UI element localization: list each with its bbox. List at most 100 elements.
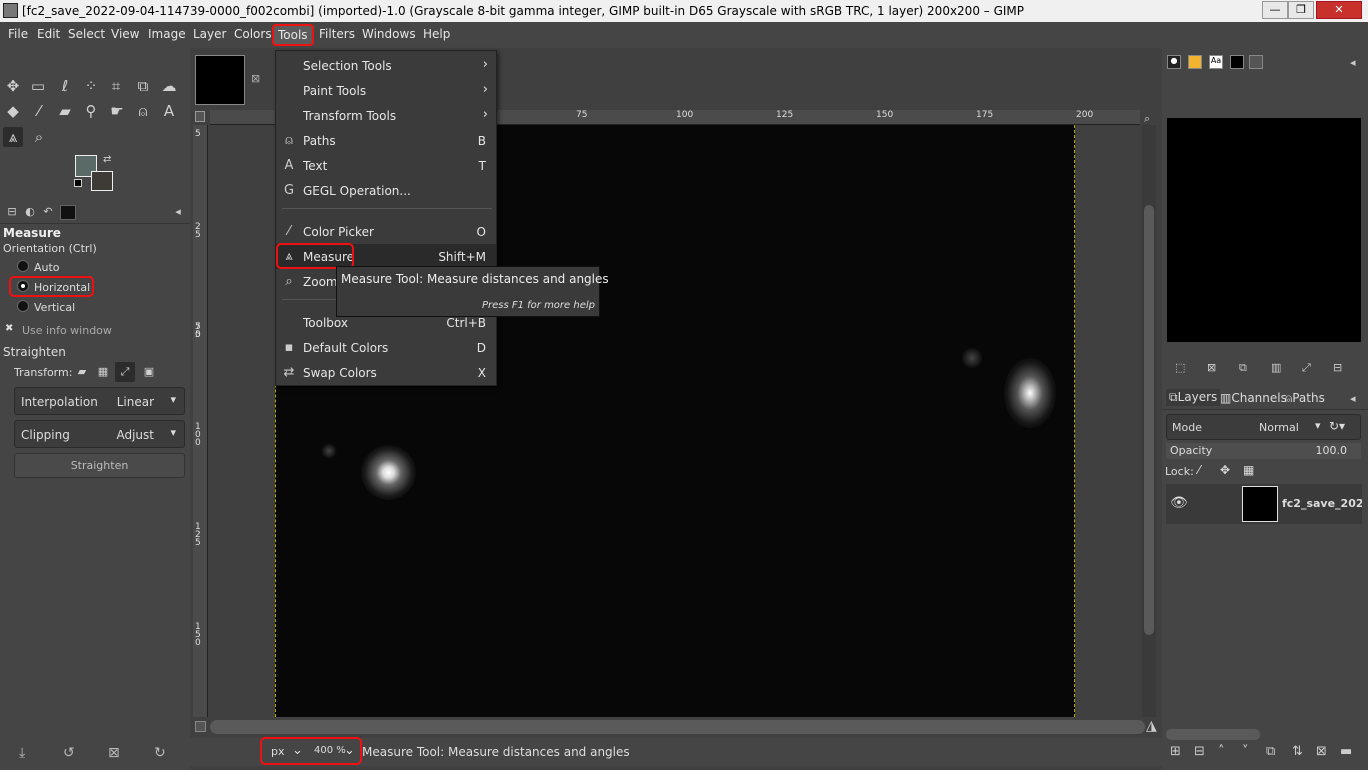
device-status-tab-icon[interactable]: ◐ (22, 205, 38, 220)
menu-colors[interactable]: Colors (234, 27, 272, 41)
patterns-icon[interactable] (1188, 55, 1202, 69)
lasso-tool-icon[interactable]: ℓ (55, 76, 75, 96)
zoom-tool-icon[interactable]: ⌕ (29, 127, 49, 147)
close-icon[interactable]: ⊠ (251, 72, 260, 85)
undo-history-tab-icon[interactable]: ↶ (40, 205, 56, 220)
transform-selection-icon[interactable]: ▦ (93, 362, 113, 382)
configure-tab-icon[interactable]: ◂ (170, 205, 186, 220)
zoom-in-icon[interactable]: ⊠ (1207, 361, 1216, 374)
crop-tool-icon[interactable]: ⌗ (106, 76, 126, 96)
fit-window-icon[interactable]: ⤢ (1302, 361, 1311, 375)
menu-windows[interactable]: Windows (362, 27, 416, 41)
orientation-auto-radio[interactable] (17, 260, 29, 272)
quick-mask-toggle[interactable] (195, 111, 205, 122)
menu-filters[interactable]: Filters (319, 27, 355, 41)
anchor-layer-icon[interactable]: ⇅ (1292, 744, 1303, 759)
vertical-ruler[interactable]: 5 2 5 5 0 7 5 1 0 0 1 2 5 1 5 0 (193, 125, 208, 717)
save-tool-preset-icon[interactable]: ⤓ (19, 745, 25, 761)
lock-pixels-icon[interactable]: ⁄ (1198, 463, 1200, 477)
fuzzy-select-tool-icon[interactable]: ⁘ (81, 76, 101, 96)
tool-options-tab-icon[interactable]: ⊟ (4, 205, 20, 220)
default-colors-icon[interactable] (74, 179, 82, 187)
move-tool-icon[interactable]: ✥ (3, 76, 23, 96)
tab-layers[interactable]: ⧉Layers (1166, 389, 1221, 406)
images-tab-icon[interactable] (60, 205, 76, 220)
bucket-fill-icon[interactable]: ◆ (3, 101, 23, 121)
interpolation-combo[interactable]: Interpolation Linear ▾ (14, 387, 185, 415)
measure-tool-icon[interactable]: ⩓ (3, 127, 23, 147)
delete-tool-preset-icon[interactable]: ⊠ (108, 745, 120, 761)
menu-edit[interactable]: Edit (37, 27, 60, 41)
horizontal-scrollbar[interactable] (210, 720, 1145, 734)
eraser-icon[interactable]: ▰ (55, 101, 75, 121)
navigation-preview[interactable] (1167, 118, 1361, 342)
lock-position-icon[interactable]: ✥ (1220, 463, 1230, 477)
menu-item-transform-tools[interactable]: Transform Tools › (276, 103, 496, 128)
menu-view[interactable]: View (111, 27, 139, 41)
duplicate-layer-icon[interactable]: ⧉ (1266, 744, 1275, 759)
menu-item-selection-tools[interactable]: Selection Tools › (276, 53, 496, 78)
warp-tool-icon[interactable]: ☁ (159, 76, 179, 96)
image-tab-thumbnail[interactable] (195, 55, 245, 105)
clone-tool-icon[interactable]: ⚲ (81, 101, 101, 121)
menu-image[interactable]: Image (148, 27, 186, 41)
gradients-icon[interactable] (1230, 55, 1244, 69)
new-layer-group-icon[interactable]: ⊟ (1194, 744, 1205, 759)
palettes-icon[interactable] (1249, 55, 1263, 69)
visibility-eye-icon[interactable]: 👁 (1170, 495, 1188, 511)
menu-item-gegl-operation[interactable]: G GEGL Operation... (276, 178, 496, 203)
zoom-to-fit-icon[interactable]: ⌕ (1144, 112, 1150, 126)
unit-value[interactable]: px (271, 745, 285, 758)
chevron-down-icon[interactable]: ⌄ (344, 743, 355, 758)
menu-help[interactable]: Help (423, 27, 450, 41)
straighten-button[interactable]: Straighten (14, 453, 185, 478)
navigate-icon[interactable] (195, 721, 206, 732)
menu-item-text[interactable]: A Text T (276, 153, 496, 178)
use-info-window-checkbox[interactable]: ✖ (5, 323, 17, 335)
orientation-horizontal-radio[interactable] (17, 280, 29, 292)
menu-item-default-colors[interactable]: ▪ Default Colors D (276, 335, 496, 360)
close-window-button[interactable]: ✕ (1316, 1, 1362, 19)
menu-layer[interactable]: Layer (193, 27, 226, 41)
maximize-button[interactable]: ❐ (1288, 1, 1314, 19)
layer-mode-combo[interactable]: Mode Normal ▾ ↻▾ (1166, 414, 1361, 440)
text-tool-icon[interactable]: A (159, 101, 179, 121)
lower-layer-icon[interactable]: ˅ (1242, 744, 1249, 759)
background-color-swatch[interactable] (91, 171, 113, 191)
navigate-arrow-icon[interactable]: ◮ (1146, 718, 1157, 734)
tab-paths[interactable]: ⍝Paths (1285, 391, 1325, 406)
configure-tab-icon[interactable]: ◂ (1350, 392, 1356, 405)
reset-tool-options-icon[interactable]: ↻ (154, 745, 166, 761)
layer-name[interactable]: fc2_save_202 (1282, 497, 1362, 510)
composite-mode-icon[interactable]: ↻▾ (1329, 419, 1345, 433)
transform-path-icon[interactable]: ⤢ (115, 362, 135, 382)
smudge-tool-icon[interactable]: ☛ (107, 101, 127, 121)
vertical-scroll-thumb[interactable] (1144, 205, 1154, 635)
transform-layer-icon[interactable]: ▰ (72, 362, 92, 382)
tab-channels[interactable]: ▥Channels (1220, 391, 1287, 405)
new-layer-icon[interactable]: ⊞ (1170, 744, 1181, 759)
orientation-vertical-radio[interactable] (17, 300, 29, 312)
zoom-out-icon[interactable]: ⬚ (1175, 361, 1185, 374)
lock-alpha-icon[interactable]: ▦ (1243, 463, 1254, 477)
zoom-1-1-icon[interactable]: ⧉ (1239, 361, 1247, 375)
brushes-icon[interactable]: ● (1167, 55, 1181, 69)
rect-select-tool-icon[interactable]: ▭ (28, 76, 48, 96)
paintbrush-icon[interactable]: ⁄ (29, 101, 49, 121)
restore-tool-preset-icon[interactable]: ↺ (63, 745, 75, 761)
menu-item-paths[interactable]: ⍝ Paths B (276, 128, 496, 153)
fonts-icon[interactable]: Aa (1209, 55, 1223, 69)
menu-tools[interactable]: Tools (272, 24, 314, 46)
menu-select[interactable]: Select (68, 27, 105, 41)
layers-scrollbar[interactable] (1166, 729, 1260, 740)
menu-item-paint-tools[interactable]: Paint Tools › (276, 78, 496, 103)
menu-item-swap-colors[interactable]: ⇄ Swap Colors X (276, 360, 496, 385)
fit-image-icon[interactable]: ▥ (1271, 361, 1281, 374)
raise-layer-icon[interactable]: ˄ (1218, 744, 1225, 759)
opacity-slider[interactable]: Opacity 100.0 (1166, 443, 1361, 459)
menu-item-color-picker[interactable]: ⁄ Color Picker O (276, 219, 496, 244)
clipping-combo[interactable]: Clipping Adjust ▾ (14, 420, 185, 448)
swap-colors-icon[interactable]: ⇄ (103, 154, 111, 165)
chevron-down-icon[interactable]: ⌄ (292, 743, 303, 758)
delete-layer-icon[interactable]: ▬ (1340, 744, 1352, 759)
